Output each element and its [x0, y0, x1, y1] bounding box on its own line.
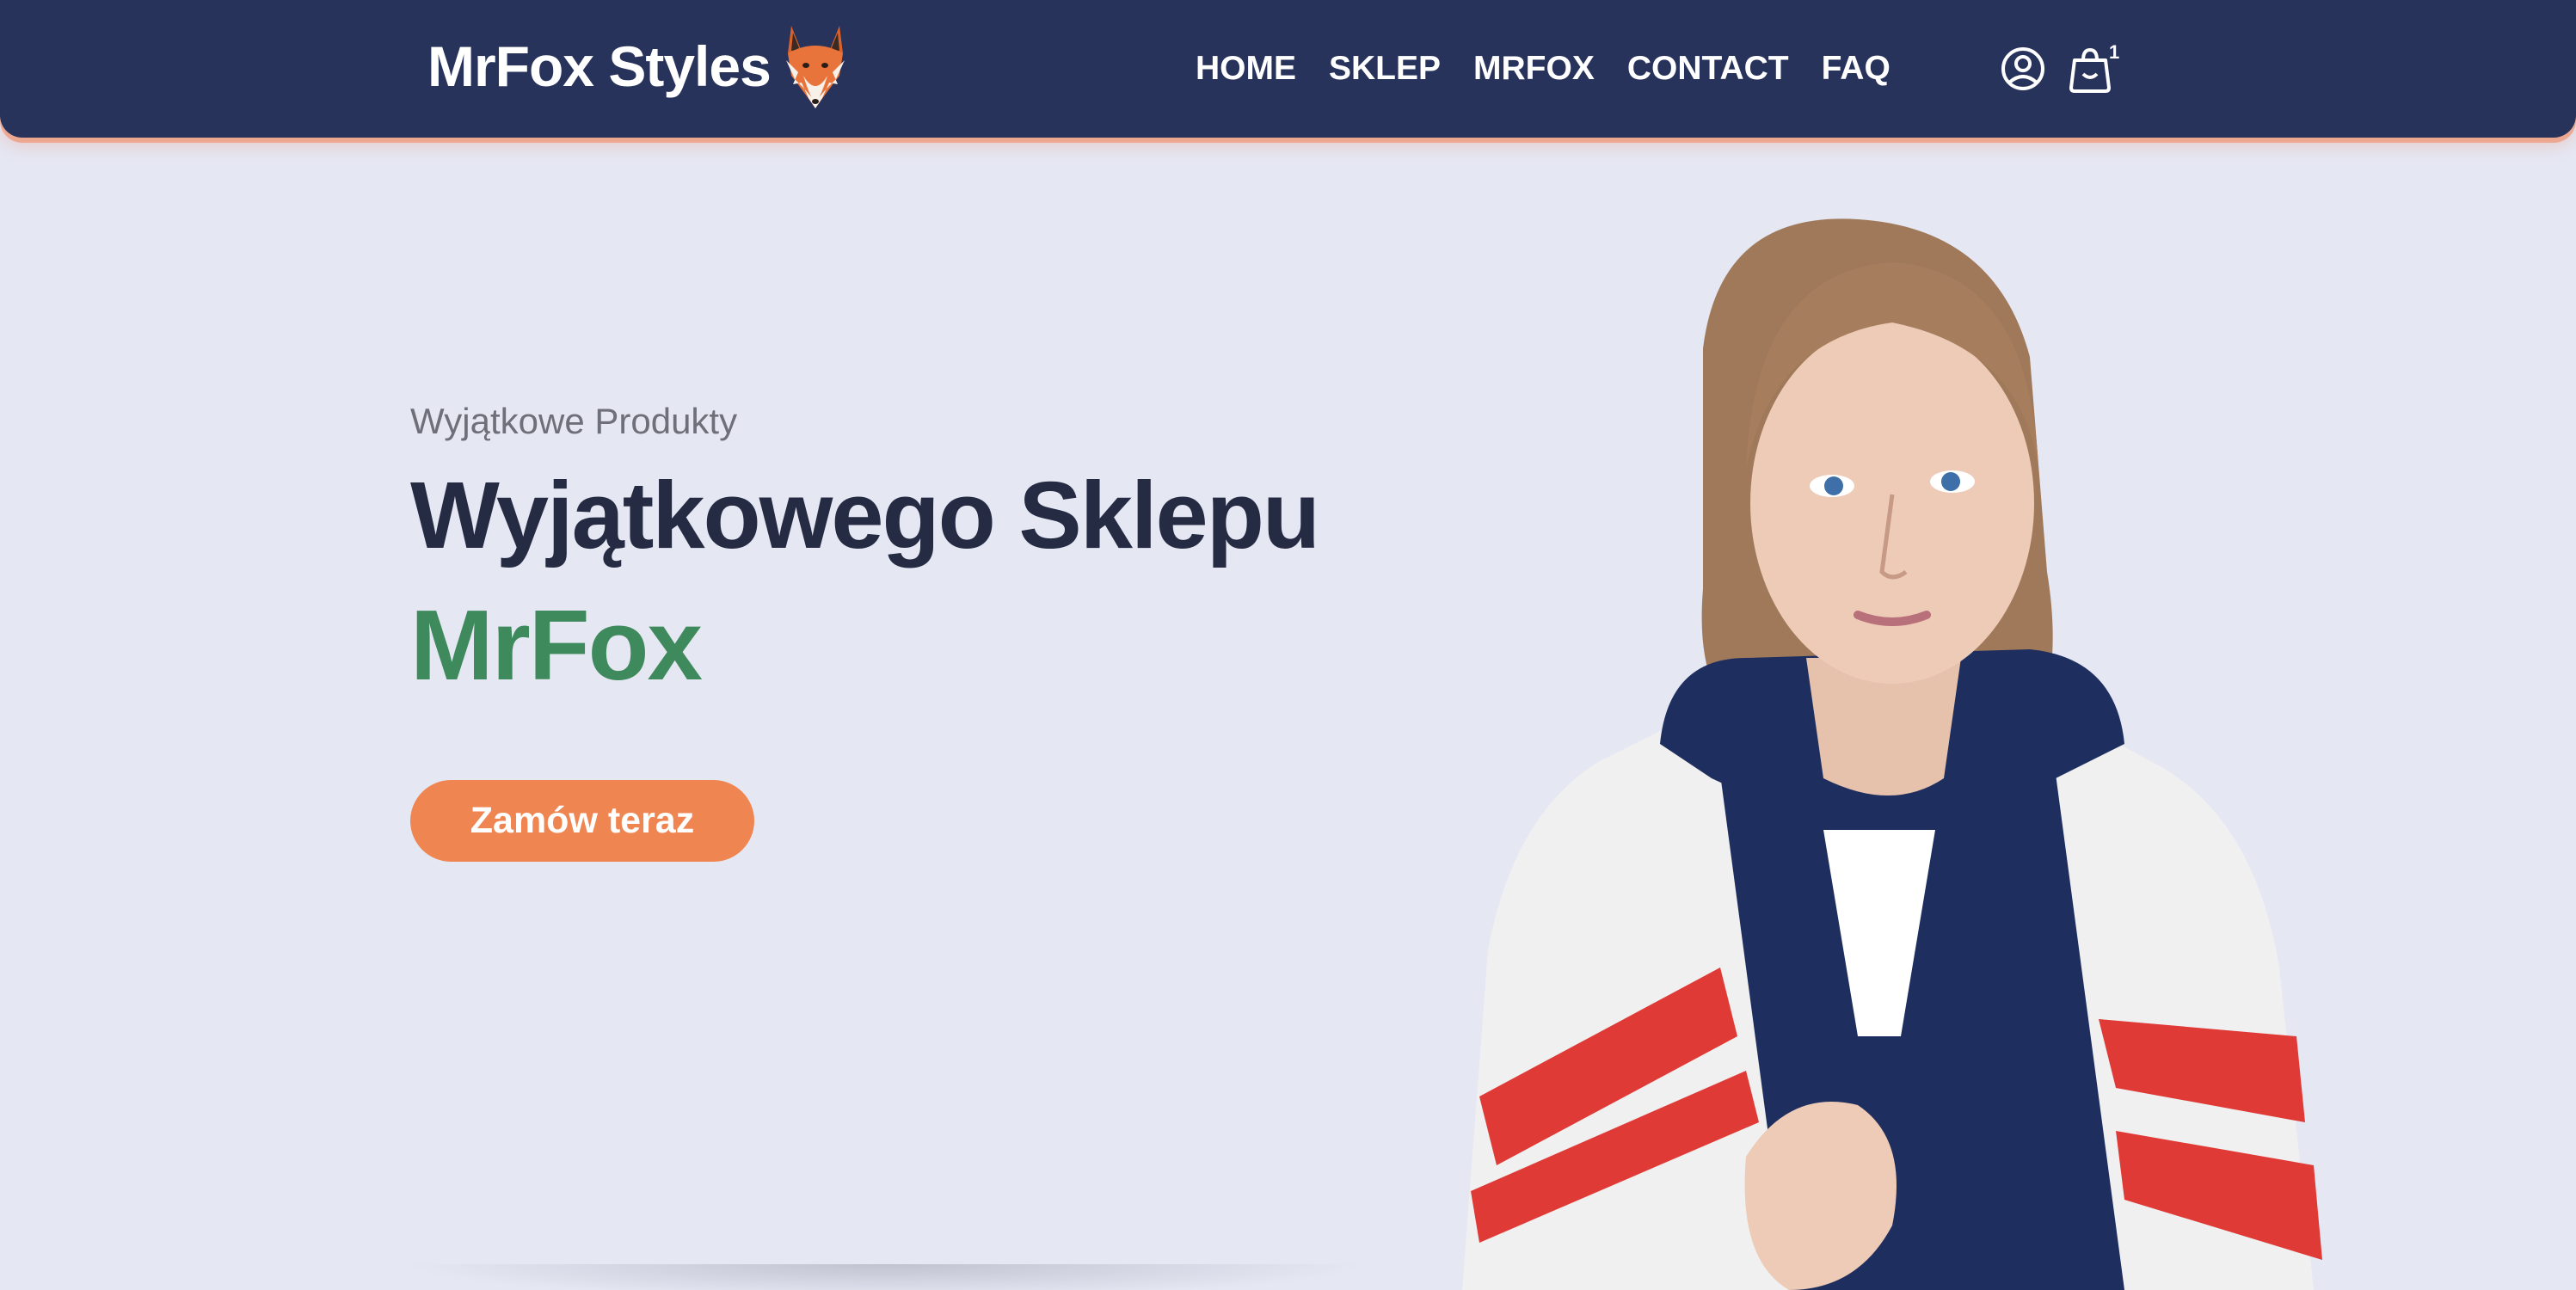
nav-sklep[interactable]: SKLEP	[1329, 45, 1441, 93]
hero-bottom-shadow	[404, 1264, 1368, 1290]
cart-count-badge: 1	[2109, 41, 2120, 63]
order-now-button[interactable]: Zamów teraz	[410, 780, 754, 862]
nav-home[interactable]: HOME	[1196, 45, 1296, 93]
brand-name: MrFox Styles	[427, 34, 772, 98]
model-in-track-jacket-photo	[1462, 218, 2322, 1290]
hero-title: Wyjątkowego Sklepu	[410, 463, 1320, 568]
nav-contact[interactable]: CONTACT	[1627, 45, 1789, 93]
hero-eyebrow: Wyjątkowe Produkty	[410, 401, 738, 441]
page: MrFox Styles HOME SKLEP MRFOX CONTACT FA…	[0, 0, 2576, 1290]
brand-logo-link[interactable]: MrFox Styles	[427, 19, 848, 114]
nav-mrfox[interactable]: MRFOX	[1473, 45, 1595, 93]
hero-section: Wyjątkowe Produkty Wyjątkowego Sklepu Mr…	[410, 391, 1320, 710]
user-circle-icon[interactable]	[1997, 41, 2049, 96]
shopping-bag-icon[interactable]	[2064, 41, 2116, 96]
site-header: MrFox Styles HOME SKLEP MRFOX CONTACT FA…	[0, 0, 2576, 138]
main-nav: HOME SKLEP MRFOX CONTACT FAQ	[1196, 45, 1891, 93]
fox-head-icon	[785, 26, 845, 108]
hero-brand: MrFox	[410, 589, 703, 701]
nav-faq[interactable]: FAQ	[1822, 45, 1891, 93]
